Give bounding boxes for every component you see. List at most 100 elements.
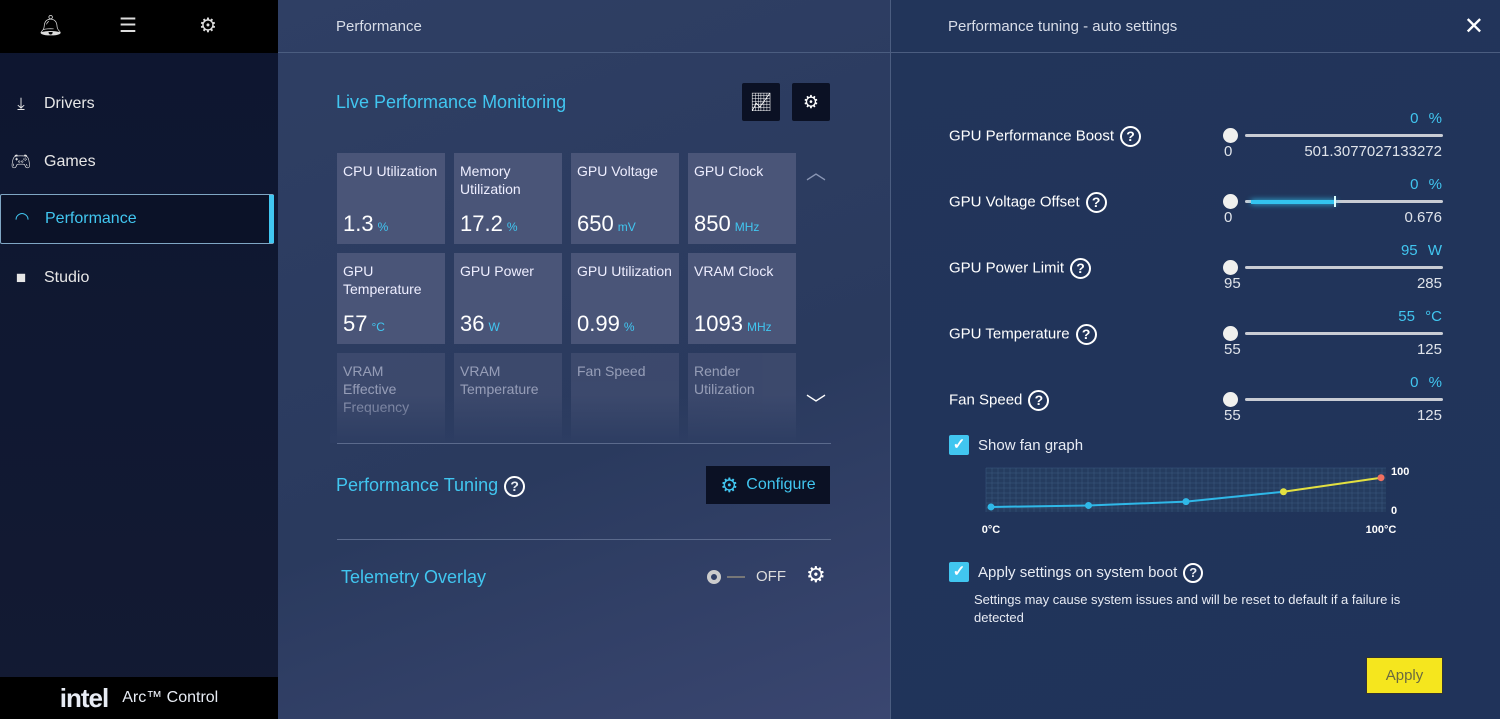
slider-value-number: 0 (1410, 176, 1419, 193)
slider-handle[interactable] (1223, 392, 1238, 407)
slider-handle[interactable] (1223, 260, 1238, 275)
telemetry-settings-icon[interactable]: ⚙ (806, 562, 826, 588)
y-tick-label: 0 (1391, 505, 1397, 517)
slider-unit: % (1428, 110, 1442, 127)
gear-icon[interactable]: ⚙ (196, 14, 220, 38)
curve-point[interactable] (1280, 488, 1287, 496)
telemetry-state: OFF (756, 568, 786, 585)
metric-unit: % (506, 220, 518, 234)
slider-unit: % (1428, 374, 1442, 391)
metric-label: Fan Speed (577, 363, 646, 379)
slider-max: 501.3077027133272 (1304, 143, 1442, 160)
gear-icon: ⚙ (720, 474, 739, 497)
curve-point[interactable] (1085, 501, 1092, 509)
slider-hover-highlight (1251, 200, 1336, 204)
metric-value: 57 °C (343, 313, 385, 336)
slider-max: 0.676 (1404, 209, 1442, 226)
help-icon[interactable]: ? (1183, 563, 1204, 583)
performance-tuning-title: Performance Tuning (336, 475, 499, 495)
page-title: Performance (278, 0, 890, 53)
apply-on-boot-checkbox[interactable]: ✓ (949, 562, 969, 582)
help-icon[interactable]: ? (1070, 258, 1092, 279)
slider-value: 0 % (1410, 374, 1442, 391)
slider-label: GPU Voltage Offset (949, 193, 1080, 211)
curve-point[interactable] (987, 503, 995, 511)
slider-max: 125 (1416, 341, 1442, 358)
slider-handle[interactable] (1223, 326, 1238, 341)
slider-handle[interactable] (1223, 128, 1238, 143)
divider (337, 539, 831, 540)
download-icon: ⤓ (17, 94, 25, 113)
menu-icon[interactable]: ☰ (116, 14, 140, 38)
sidebar-item-drivers[interactable]: ⤓ Drivers (0, 79, 274, 129)
slider-label-row: GPU Temperature? (949, 324, 1097, 345)
x-tick-label: 0°C (982, 524, 1001, 536)
slider-track[interactable] (1245, 266, 1443, 269)
metric-label: GPU Voltage (577, 163, 658, 179)
slider-label: GPU Temperature (949, 325, 1070, 343)
metric-label: VRAM Temperature (460, 363, 539, 397)
x-tick-label: 100°C (1366, 524, 1397, 536)
metric-label: GPU Clock (694, 163, 764, 179)
scroll-down-icon[interactable]: ﹀ (806, 388, 826, 417)
fan-curve-chart[interactable]: 0°C 100°C 100 0 (971, 460, 1421, 540)
bell-icon[interactable]: 🔔︎ (38, 14, 63, 38)
slider-label-row: GPU Power Limit? (949, 258, 1092, 279)
slider-value: 0 % (1410, 110, 1442, 127)
configure-button[interactable]: ⚙ Configure (706, 466, 830, 504)
divider (337, 443, 831, 444)
metric-label: GPU Power (460, 263, 534, 279)
slider-handle[interactable] (1223, 194, 1238, 209)
chart-view-button[interactable]: 📈︎ (742, 83, 780, 121)
help-icon[interactable]: ? (1085, 192, 1107, 213)
toggle-knob (707, 570, 721, 584)
metric-value: 1.3% (343, 213, 388, 236)
metric-unit: MHz (734, 220, 760, 234)
slider-value-number: 55 (1398, 308, 1415, 325)
monitor-settings-button[interactable]: ⚙ (792, 83, 830, 121)
sidebar-item-performance[interactable]: ◠ Performance (0, 194, 274, 244)
sidebar-item-label: Games (44, 153, 96, 170)
slider-value-number: 95 (1400, 242, 1418, 259)
metric-number: 36 (460, 311, 485, 336)
curve-point[interactable] (1182, 498, 1190, 506)
metric-unit: MHz (746, 320, 772, 334)
curve-point[interactable] (1377, 474, 1385, 482)
help-icon[interactable]: ? (1120, 126, 1142, 147)
metric-unit: % (623, 320, 635, 334)
metric-value: 850 MHz (694, 213, 760, 236)
scroll-fade (330, 395, 800, 443)
sidebar: 🔔︎ ☰ ⚙ ⤓ Drivers 🎮︎ Games ◠ Performance ■ St… (0, 0, 278, 719)
close-icon[interactable]: ✕ (1464, 12, 1484, 41)
y-tick-label: 100 (1391, 466, 1409, 478)
help-icon[interactable]: ? (1028, 390, 1050, 411)
slider-track[interactable] (1245, 332, 1443, 335)
apply-button[interactable]: Apply (1366, 657, 1443, 694)
slider-track[interactable] (1245, 134, 1443, 137)
help-icon[interactable]: ? (1075, 324, 1097, 345)
slider-track[interactable] (1245, 398, 1443, 401)
help-icon[interactable]: ? (504, 475, 526, 497)
sidebar-item-games[interactable]: 🎮︎ Games (0, 137, 274, 187)
metric-number: 17.2 (460, 211, 503, 236)
show-fan-graph-checkbox[interactable]: ✓ (949, 435, 969, 455)
slider-label-row: GPU Voltage Offset? (949, 192, 1107, 213)
metric-tile: GPU Voltage 650 mV (571, 153, 679, 244)
metric-value: 1093 MHz (694, 313, 772, 336)
live-monitoring-title: Live Performance Monitoring (336, 92, 567, 112)
slider-value: 0 % (1410, 176, 1442, 193)
metric-label: Memory Utilization (460, 163, 521, 197)
metric-label: GPU Utilization (577, 263, 672, 279)
telemetry-toggle[interactable] (707, 569, 747, 585)
slider-unit: W (1427, 242, 1442, 259)
top-icon-bar: 🔔︎ ☰ ⚙ (0, 0, 278, 53)
scroll-up-icon[interactable]: ︿ (806, 156, 826, 185)
slider-min: 0 (1224, 143, 1233, 160)
metric-tile: GPU Utilization 0.99% (571, 253, 679, 344)
slider-unit: % (1428, 176, 1442, 193)
slider-unit: °C (1425, 308, 1442, 325)
performance-tuning-header: Performance Tuning? (336, 475, 526, 497)
sidebar-item-studio[interactable]: ■ Studio (0, 253, 274, 303)
slider-label: GPU Power Limit (949, 259, 1065, 277)
metric-number: 850 (694, 211, 731, 236)
